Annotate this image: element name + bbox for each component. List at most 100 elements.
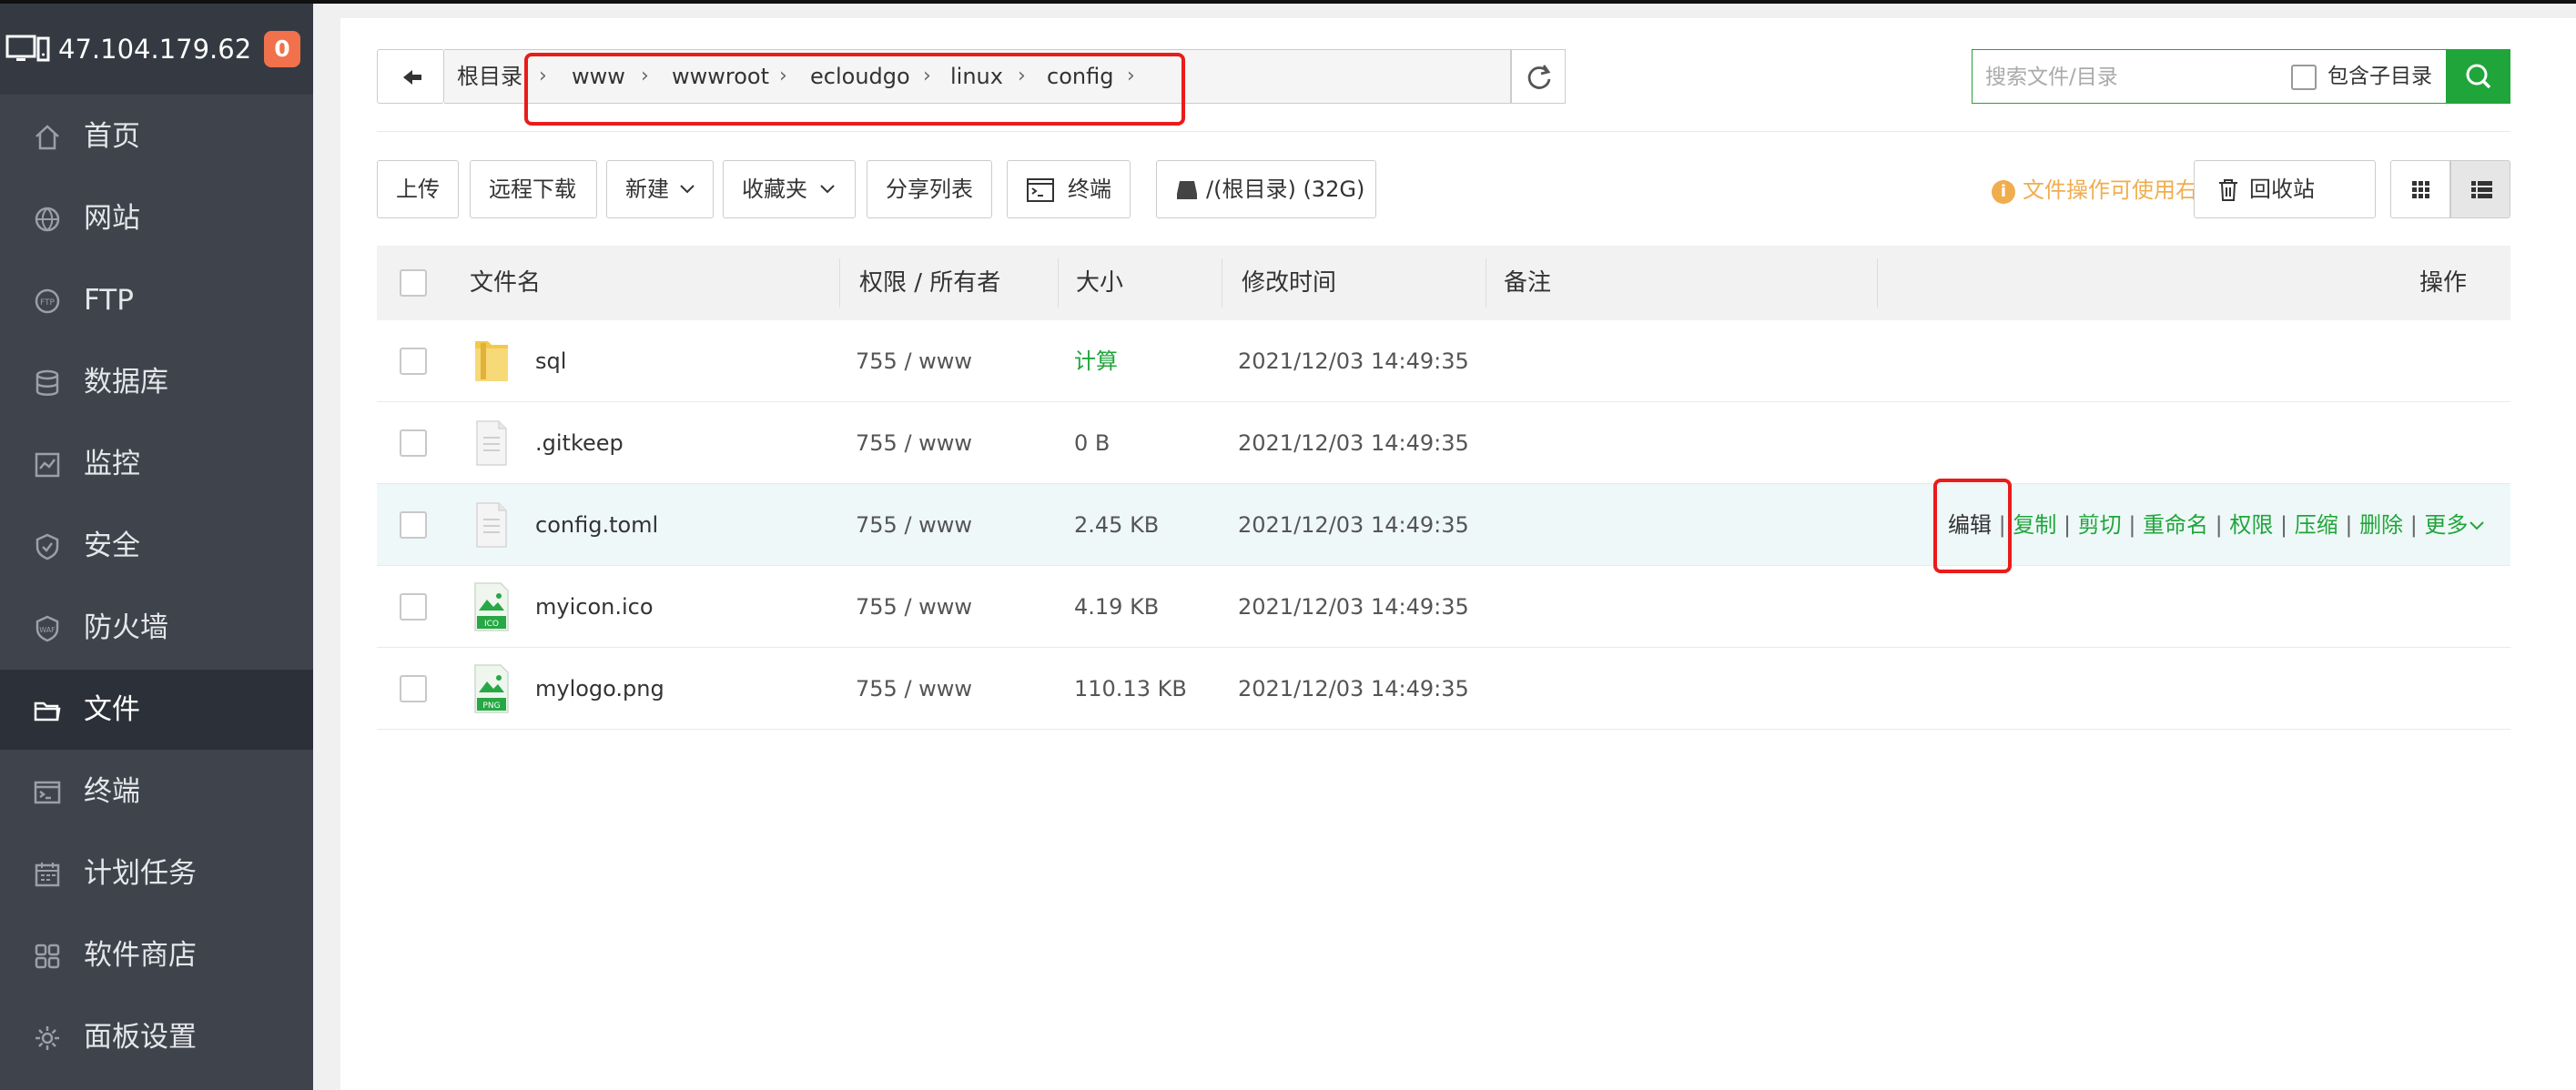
firewall-icon: WAF <box>35 615 59 642</box>
file-perm[interactable]: 755 / www <box>856 508 972 542</box>
sidebar-item-terminal[interactable]: 终端 <box>0 752 313 832</box>
sidebar-item-monitor[interactable]: 监控 <box>0 424 313 504</box>
sidebar-item-database[interactable]: 数据库 <box>0 342 313 422</box>
monitor-device-icon <box>5 35 50 62</box>
file-perm[interactable]: 755 / www <box>856 344 972 378</box>
column-divider <box>1058 258 1059 308</box>
file-perm[interactable]: 755 / www <box>856 426 972 460</box>
remote-download-button[interactable]: 远程下载 <box>470 160 597 218</box>
sidebar: 47.104.179.62 0 首页 网站 FTP FTP 数据库 监控 安全 … <box>0 4 313 1090</box>
new-button[interactable]: 新建 <box>606 160 714 218</box>
row-checkbox[interactable] <box>400 348 427 375</box>
file-name[interactable]: sql <box>535 344 566 378</box>
sidebar-item-panel-settings[interactable]: 面板设置 <box>0 997 313 1077</box>
shield-icon <box>35 533 59 560</box>
sidebar-item-cron[interactable]: 计划任务 <box>0 833 313 913</box>
file-name[interactable]: .gitkeep <box>535 426 624 460</box>
refresh-button[interactable] <box>1511 49 1566 104</box>
sidebar-item-home[interactable]: 首页 <box>0 96 313 177</box>
disk-button[interactable]: /(根目录) (32G) <box>1156 160 1376 218</box>
terminal-icon <box>34 781 61 804</box>
file-size: 0 B <box>1074 430 1111 456</box>
file-name[interactable]: myicon.ico <box>535 590 654 624</box>
row-checkbox[interactable] <box>400 511 427 539</box>
monitor-icon <box>35 452 60 478</box>
server-info[interactable]: 47.104.179.62 0 <box>0 4 313 95</box>
cut-link[interactable]: 剪切 <box>2078 512 2122 538</box>
row-checkbox[interactable] <box>400 593 427 621</box>
rename-link[interactable]: 重命名 <box>2143 512 2208 538</box>
list-icon <box>2471 181 2492 198</box>
sidebar-item-security[interactable]: 安全 <box>0 506 313 586</box>
file-perm[interactable]: 755 / www <box>856 671 972 706</box>
more-link[interactable]: 更多 <box>2424 512 2468 538</box>
separator: | <box>2338 512 2360 538</box>
upload-button[interactable]: 上传 <box>377 160 459 218</box>
terminal-button[interactable]: 终端 <box>1007 160 1131 218</box>
back-button[interactable] <box>377 49 444 104</box>
file-perm[interactable]: 755 / www <box>856 590 972 624</box>
folder-icon <box>475 341 508 381</box>
include-subdirs-checkbox[interactable] <box>2291 65 2317 90</box>
toolbar-divider <box>377 131 2510 132</box>
sidebar-item-label: 面板设置 <box>84 1021 197 1054</box>
grid-icon <box>2412 181 2429 198</box>
separator: | <box>2403 512 2425 538</box>
row-checkbox[interactable] <box>400 429 427 457</box>
share-list-button[interactable]: 分享列表 <box>867 160 992 218</box>
calendar-icon <box>35 863 60 887</box>
ftp-icon: FTP <box>35 288 60 314</box>
apps-icon <box>35 944 60 969</box>
server-ip: 47.104.179.62 <box>58 34 252 65</box>
disk-icon <box>1177 181 1197 199</box>
chevron-down-icon <box>820 185 835 194</box>
sidebar-item-ftp[interactable]: FTP FTP <box>0 260 313 340</box>
refresh-icon <box>1527 65 1551 89</box>
permission-link[interactable]: 权限 <box>2229 512 2273 538</box>
file-name[interactable]: config.toml <box>535 508 658 542</box>
search-button[interactable] <box>2447 49 2510 104</box>
trash-icon <box>2219 179 2237 201</box>
list-view-button[interactable] <box>2450 160 2510 218</box>
table-row[interactable]: config.toml 755 / www 2.45 KB 2021/12/03… <box>377 484 2510 566</box>
top-border <box>0 0 2576 4</box>
select-all-checkbox[interactable] <box>400 269 427 297</box>
sidebar-item-app-store[interactable]: 软件商店 <box>0 915 313 995</box>
sidebar-item-files[interactable]: 文件 <box>0 670 313 750</box>
column-header-name[interactable]: 文件名 <box>470 266 541 300</box>
delete-link[interactable]: 删除 <box>2359 512 2403 538</box>
sidebar-item-website[interactable]: 网站 <box>0 178 313 258</box>
breadcrumb-root[interactable]: 根目录 <box>457 61 522 92</box>
row-checkbox[interactable] <box>400 675 427 702</box>
sidebar-item-label: 文件 <box>84 693 140 726</box>
row-actions: 编辑 | 复制 | 剪切 | 重命名 | 权限 | 压缩 | 删除 | 更多 <box>1948 508 2486 542</box>
calc-size-link[interactable]: 计算 <box>1074 344 1118 378</box>
sidebar-item-firewall[interactable]: WAF 防火墙 <box>0 588 313 668</box>
file-mtime: 2021/12/03 14:49:35 <box>1238 676 1469 701</box>
column-divider <box>839 258 840 308</box>
table-row[interactable]: sql 755 / www 计算 2021/12/03 14:49:35 <box>377 320 2510 402</box>
separator: | <box>2121 512 2144 538</box>
separator: | <box>2273 512 2295 538</box>
grid-view-button[interactable] <box>2390 160 2450 218</box>
table-row[interactable]: .gitkeep 755 / www 0 B 2021/12/03 14:49:… <box>377 402 2510 484</box>
copy-link[interactable]: 复制 <box>2013 512 2056 538</box>
file-icon <box>476 502 507 548</box>
svg-text:PNG: PNG <box>482 701 500 711</box>
table-row[interactable]: ICO myicon.ico 755 / www 4.19 KB 2021/12… <box>377 566 2510 648</box>
recycle-bin-button[interactable]: 回收站 <box>2194 160 2376 218</box>
file-size: 4.19 KB <box>1074 594 1160 620</box>
search-input[interactable] <box>1985 61 2267 94</box>
sidebar-item-label: 安全 <box>84 530 140 562</box>
include-subdirs-label: 包含子目录 <box>2328 65 2432 88</box>
column-header-perm[interactable]: 权限 / 所有者 <box>859 266 1000 300</box>
column-divider <box>1877 258 1878 308</box>
file-name[interactable]: mylogo.png <box>535 671 664 706</box>
table-row[interactable]: PNG mylogo.png 755 / www 110.13 KB 2021/… <box>377 648 2510 730</box>
notification-badge[interactable]: 0 <box>264 31 300 67</box>
favorites-button[interactable]: 收藏夹 <box>723 160 856 218</box>
column-header-mtime[interactable]: 修改时间 <box>1242 266 1336 300</box>
column-header-size[interactable]: 大小 <box>1076 266 1123 300</box>
compress-link[interactable]: 压缩 <box>2295 512 2338 538</box>
settings-icon <box>35 1026 59 1050</box>
